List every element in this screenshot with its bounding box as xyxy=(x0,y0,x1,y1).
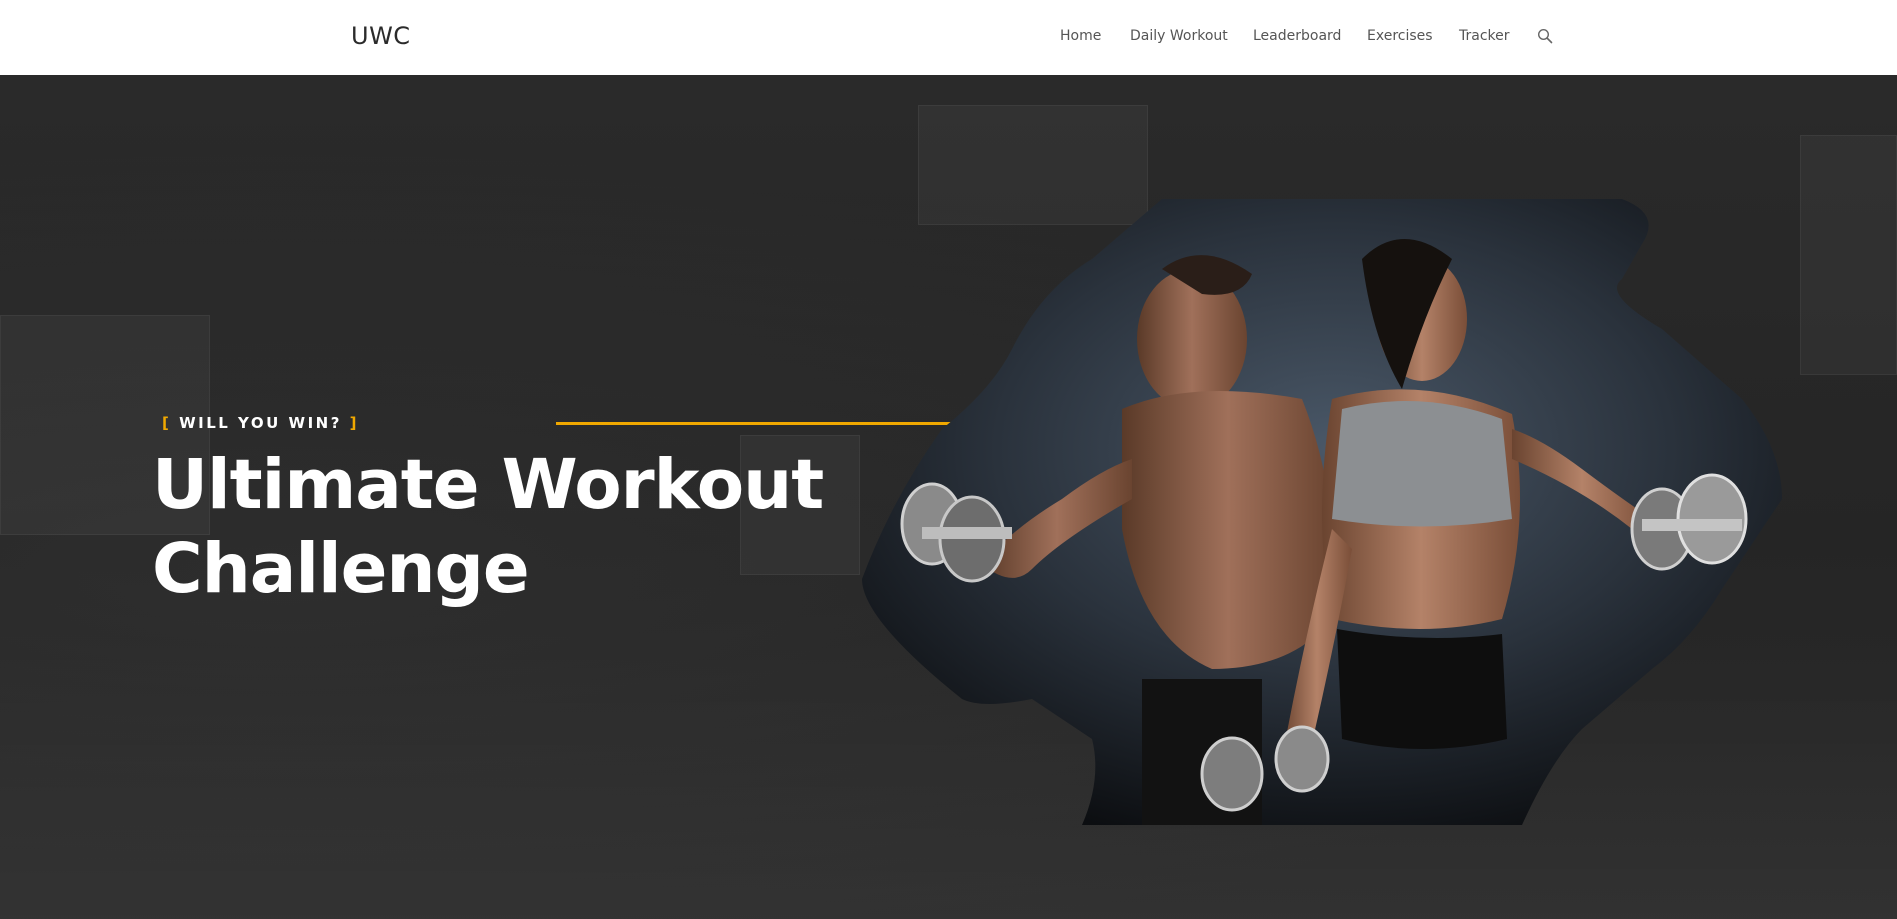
nav-daily-workout[interactable]: Daily Workout xyxy=(1130,28,1228,44)
hero-section: [ WILL YOU WIN? ] Ultimate Workout Chall… xyxy=(0,75,1897,919)
nav-leaderboard[interactable]: Leaderboard xyxy=(1253,28,1341,44)
hero-photo xyxy=(862,199,1782,825)
hero-title: Ultimate Workout Challenge xyxy=(152,443,852,611)
tagline-bracket-close: ] xyxy=(349,414,360,432)
nav-home[interactable]: Home xyxy=(1060,28,1101,44)
title-line-2: Challenge xyxy=(152,529,530,609)
search-icon[interactable] xyxy=(1537,28,1553,44)
background-window xyxy=(1800,135,1897,375)
tagline-text: WILL YOU WIN? xyxy=(179,414,342,432)
title-line-1: Ultimate Workout xyxy=(152,445,824,525)
hero-image xyxy=(862,199,1782,825)
tagline-bracket-open: [ xyxy=(162,414,172,432)
nav-exercises[interactable]: Exercises xyxy=(1367,28,1433,44)
nav-tracker[interactable]: Tracker xyxy=(1459,28,1510,44)
hero-tagline: [ WILL YOU WIN? ] xyxy=(162,414,359,432)
main-nav: Home Daily Workout Leaderboard Exercises… xyxy=(0,0,1897,75)
site-header: UWC Home Daily Workout Leaderboard Exerc… xyxy=(0,0,1897,75)
